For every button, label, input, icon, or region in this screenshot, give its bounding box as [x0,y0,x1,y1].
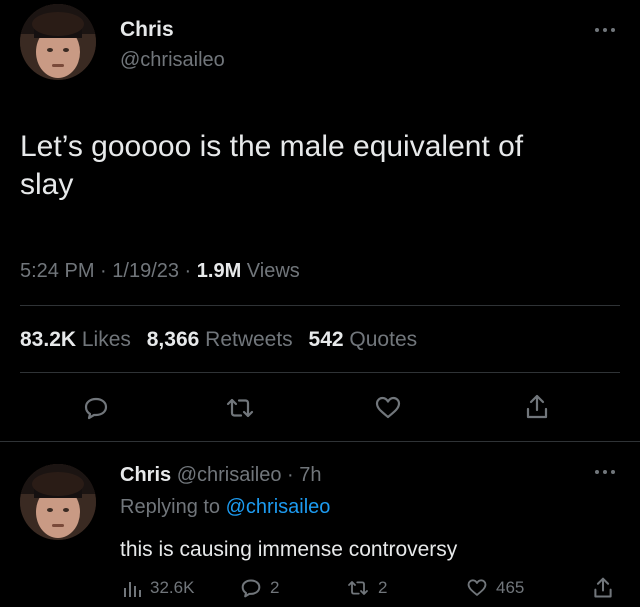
views-label: Views [241,260,300,282]
retweets-stat[interactable]: 8,366 Retweets [147,328,293,351]
reply-header: Chris @chrisaileo · 7h [120,464,322,486]
divider [20,372,620,373]
share-icon [594,577,612,598]
ellipsis-icon [595,470,615,474]
reply-button[interactable] [80,394,112,422]
reply-author-handle[interactable]: @chrisaileo [177,464,282,486]
reply-text: this is causing immense controversy [120,538,458,561]
tweet-stats: 83.2K Likes 8,366 Retweets 542 Quotes [20,328,417,352]
reply-author-name[interactable]: Chris [120,464,171,486]
retweet-icon [348,581,368,595]
like-button[interactable] [372,394,404,422]
reply-avatar[interactable] [20,464,96,540]
tweet-text-line-2: slay [20,168,74,201]
retweet-button[interactable] [222,394,258,422]
reply-reply-button[interactable]: 2 [240,578,279,598]
likes-stat[interactable]: 83.2K Likes [20,328,131,351]
more-button[interactable] [592,20,618,40]
replying-to: Replying to @chrisaileo [120,496,331,518]
share-button[interactable] [522,392,552,422]
reply-share-button[interactable] [592,576,614,600]
tweet-meta: 5:24 PM · 1/19/23 · 1.9M Views [20,260,300,282]
divider [0,441,640,442]
replying-to-link[interactable]: @chrisaileo [226,496,331,518]
retweet-icon [226,398,254,418]
like-icon [467,579,487,596]
reply-time[interactable]: 7h [299,464,321,486]
reply-icon [84,397,108,420]
tweet-text: Let’s gooooo is the male equivalent of s… [20,128,630,204]
reply-likes-count: 465 [496,578,525,597]
views-count: 1.9M [196,260,242,282]
share-icon [526,394,548,419]
reply-retweets-count: 2 [378,578,388,597]
reply-views-count: 32.6K [150,578,195,597]
reply-retweet-button[interactable]: 2 [346,578,387,598]
reply-replies-count: 2 [270,578,280,597]
tweet-date[interactable]: 1/19/23 [112,260,179,282]
reply-icon [241,579,261,598]
analytics-icon [124,582,141,597]
reply-views[interactable]: 32.6K [122,578,194,598]
author-handle[interactable]: @chrisaileo [120,49,225,72]
quotes-stat[interactable]: 542 Quotes [309,328,418,351]
like-icon [375,396,401,419]
avatar[interactable] [20,4,96,80]
author-name[interactable]: Chris [120,18,174,42]
divider [20,305,620,306]
reply-like-button[interactable]: 465 [466,578,524,598]
tweet-time[interactable]: 5:24 PM [20,260,94,282]
tweet-text-line-1: Let’s gooooo is the male equivalent of [20,130,524,163]
reply-more-button[interactable] [592,462,618,482]
ellipsis-icon [595,28,615,32]
